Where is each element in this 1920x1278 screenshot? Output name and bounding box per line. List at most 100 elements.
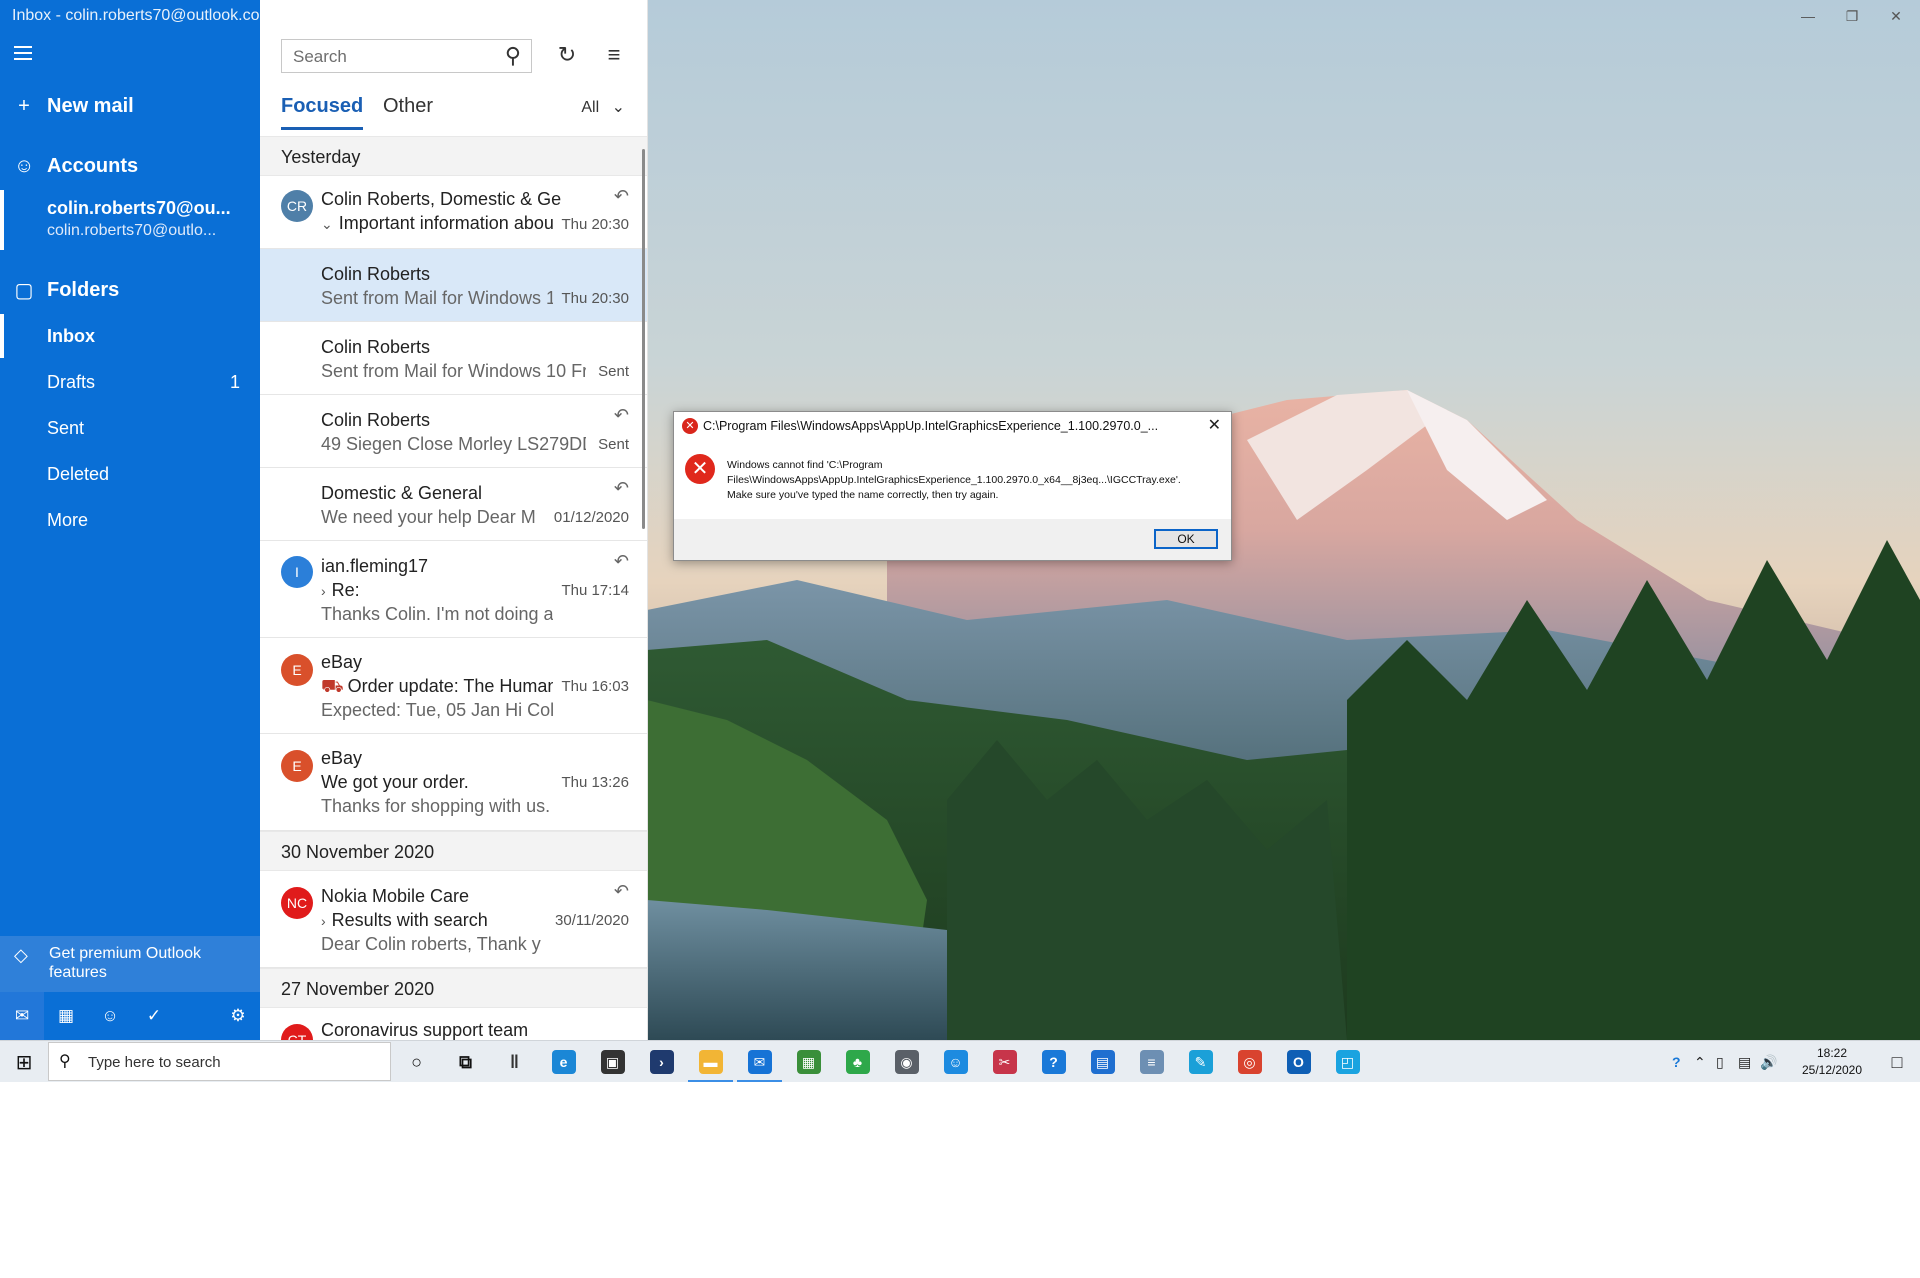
filter-dropdown[interactable]: All ⌄	[581, 97, 625, 117]
account-item[interactable]: colin.roberts70@ou... colin.roberts70@ou…	[0, 190, 260, 250]
taskbar-app-button[interactable]: ▬	[686, 1041, 735, 1082]
tab-active-underline	[281, 127, 364, 130]
taskbar-app-button[interactable]: ◉	[882, 1041, 931, 1082]
dialog-close-icon[interactable]: ✕	[1208, 415, 1221, 435]
message-item[interactable]: E eBay We got your order. Thu 13:26 Than…	[260, 734, 647, 831]
tab-other[interactable]: Other	[383, 95, 433, 118]
taskbar-clock[interactable]: 18:22 25/12/2020	[1797, 1045, 1867, 1079]
message-subject: We need your help Dear Mr	[321, 507, 537, 527]
taskbar-app-button[interactable]: ?	[1029, 1041, 1078, 1082]
taskbar-app-button[interactable]: e	[539, 1041, 588, 1082]
new-mail-label: New mail	[47, 94, 134, 117]
search-input[interactable]: Search ⚲	[281, 39, 532, 73]
message-item[interactable]: CR Colin Roberts, Domestic & Ge ↶ ⌄ Impor…	[260, 176, 647, 249]
settings-gear-icon[interactable]: ⚙	[216, 992, 260, 1040]
chevron-up-icon[interactable]: ⌃	[1694, 1054, 1716, 1071]
new-mail-button[interactable]: + New mail	[0, 92, 260, 120]
taskbar-app-button[interactable]: ▣	[588, 1041, 637, 1082]
message-item[interactable]: E eBay ⛟ Order update: The Human Thu 16:0…	[260, 638, 647, 734]
message-subject: 49 Siegen Close Morley LS279DD F	[321, 434, 586, 454]
tab-focused[interactable]: Focused	[281, 95, 364, 130]
taskbar-app-button[interactable]: ✉	[735, 1041, 784, 1082]
taskbar-app-button[interactable]: ♣	[833, 1041, 882, 1082]
speaker-icon[interactable]: 🔊	[1760, 1054, 1782, 1071]
message-item[interactable]: Colin Roberts Sent from Mail for Windows…	[260, 322, 647, 395]
message-date: Thu 20:30	[561, 216, 629, 233]
app-switcher-bar: ✉ ▦ ☺ ✓ ⚙	[0, 992, 260, 1040]
calendar-icon[interactable]: ▦	[44, 992, 88, 1040]
network-icon[interactable]: ▤	[1738, 1054, 1760, 1071]
taskbar-app-button[interactable]: ○	[392, 1041, 441, 1082]
message-list-scrollbar[interactable]	[642, 149, 645, 529]
dialog-message-line: Windows cannot find 'C:\Program	[727, 459, 883, 471]
mail-icon[interactable]: ✉	[0, 992, 44, 1040]
select-mode-icon[interactable]: ≡	[599, 42, 629, 72]
device-icon[interactable]: ▯	[1716, 1054, 1738, 1071]
avatar: I	[281, 556, 313, 588]
error-small-icon: ✕	[682, 418, 698, 434]
message-subject: Re:	[331, 580, 360, 600]
system-tray: ? ⌃ ▯ ▤ 🔊	[1672, 1041, 1782, 1082]
ok-button[interactable]: OK	[1154, 529, 1218, 549]
taskbar-app-button[interactable]: ▤	[1078, 1041, 1127, 1082]
hamburger-menu-icon[interactable]	[14, 46, 32, 60]
search-placeholder: Search	[293, 47, 347, 66]
folder-more[interactable]: More	[0, 498, 260, 542]
accounts-button[interactable]: ☺ Accounts	[0, 152, 260, 180]
chevron-down-icon[interactable]: ⌄	[321, 216, 333, 232]
taskbar-app-button[interactable]: ≡	[1127, 1041, 1176, 1082]
search-icon[interactable]: ⚲	[505, 43, 521, 69]
message-sender: Colin Roberts	[321, 264, 431, 284]
snip-icon: ✂	[992, 1050, 1017, 1074]
chevron-right-icon[interactable]: ›	[321, 583, 326, 599]
chevron-right-icon[interactable]: ›	[321, 913, 326, 929]
message-item[interactable]: Colin Roberts Sent from Mail for Windows…	[260, 249, 647, 322]
taskbar-app-button[interactable]: O	[1274, 1041, 1323, 1082]
diamond-icon: ◇	[14, 945, 28, 965]
start-windows-icon[interactable]: ⊞	[0, 1041, 48, 1082]
feedback-icon: ☺	[943, 1050, 968, 1074]
error-icon: ✕	[685, 454, 715, 484]
taskbar-app-button[interactable]: ›	[637, 1041, 686, 1082]
taskbar-app-button[interactable]: ☺	[931, 1041, 980, 1082]
help-tray-icon[interactable]: ?	[1672, 1054, 1694, 1070]
message-item[interactable]: NC Nokia Mobile Care ↶ › Results with sea…	[260, 871, 647, 968]
taskbar-app-button[interactable]: ⧉	[441, 1041, 490, 1082]
avatar: E	[281, 750, 313, 782]
folder-inbox[interactable]: Inbox	[0, 314, 260, 358]
people-icon[interactable]: ☺	[88, 992, 132, 1040]
restore-button[interactable]: ❐	[1829, 0, 1875, 32]
message-date: 01/12/2020	[553, 509, 629, 526]
taskbar-search-box[interactable]: ⚲ Type here to search	[48, 1042, 391, 1081]
cortana-icon: ○	[411, 1051, 422, 1072]
message-subject: Order update: The Human	[347, 676, 553, 696]
message-subject: Sent from Mail for Windows 1	[321, 288, 553, 308]
taskbar-app-button[interactable]: ▦	[784, 1041, 833, 1082]
message-item[interactable]: Domestic & General ↶ We need your help D…	[260, 468, 647, 541]
message-item[interactable]: CT Coronavirus support team	[260, 1008, 647, 1040]
message-sender: Coronavirus support team	[321, 1020, 529, 1040]
taskbar-app-button[interactable]: ◰	[1323, 1041, 1372, 1082]
edge-icon: e	[551, 1050, 576, 1074]
folder-drafts[interactable]: Drafts 1	[0, 360, 260, 404]
divider-icon: ‖	[510, 1051, 519, 1072]
notification-center-icon[interactable]: □	[1874, 1041, 1920, 1082]
reply-icon: ↶	[613, 186, 629, 206]
message-item[interactable]: Colin Roberts ↶ 49 Siegen Close Morley L…	[260, 395, 647, 468]
minimize-button[interactable]: —	[1785, 0, 1831, 32]
sync-icon[interactable]: ↻	[552, 42, 582, 72]
close-button[interactable]: ✕	[1873, 0, 1919, 32]
folder-sent[interactable]: Sent	[0, 406, 260, 450]
message-date: Sent	[598, 436, 629, 453]
message-item[interactable]: I ian.fleming17 ↶ › Re: Thu 17:14 Thanks …	[260, 541, 647, 638]
todo-icon[interactable]: ✓	[132, 992, 176, 1040]
taskbar-app-button[interactable]: ✎	[1176, 1041, 1225, 1082]
folders-button[interactable]: ▢ Folders	[0, 276, 260, 304]
message-subject: Important information abou	[338, 213, 554, 233]
get-premium-button[interactable]: ◇ Get premium Outlook features	[0, 936, 260, 992]
taskbar-app-button[interactable]: ‖	[490, 1041, 539, 1082]
taskbar-app-button[interactable]: ✂	[980, 1041, 1029, 1082]
taskbar-app-button[interactable]: ◎	[1225, 1041, 1274, 1082]
store-icon: ▣	[600, 1050, 625, 1074]
folder-deleted[interactable]: Deleted	[0, 452, 260, 496]
